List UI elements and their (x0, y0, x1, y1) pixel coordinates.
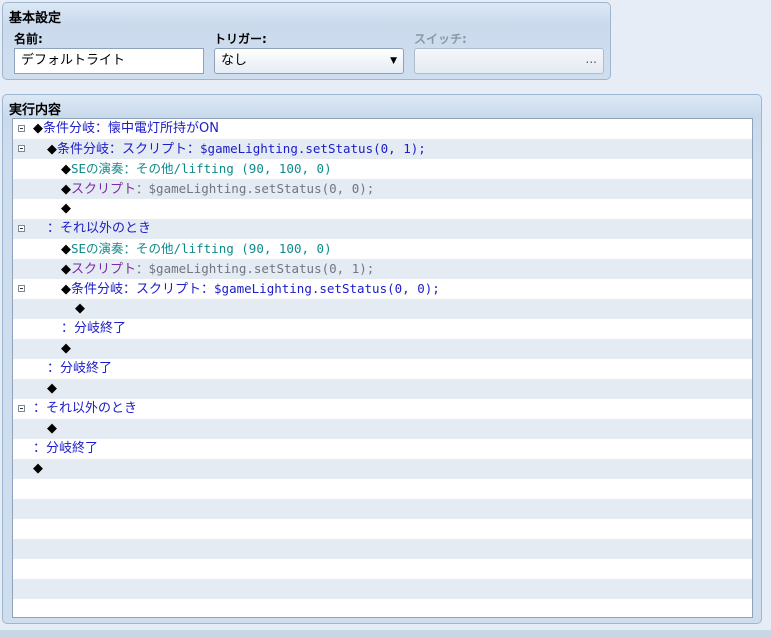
list-item[interactable]: ◆条件分岐：スクリプト：$gameLighting.setStatus(0, 0… (13, 279, 752, 299)
command-marker: ◆ (61, 341, 71, 356)
bottom-edge (0, 630, 771, 638)
command-marker: ◆ (47, 142, 57, 157)
command-marker: ◆ (61, 242, 71, 257)
command-part: ：$gameLighting.setStatus(0, 0); (136, 181, 375, 196)
list-item[interactable]: ◆条件分岐：スクリプト：$gameLighting.setStatus(0, 1… (13, 139, 752, 159)
collapse-toggle-icon[interactable] (18, 405, 25, 412)
command-marker: ◆ (33, 461, 43, 476)
command-marker: ◆ (47, 381, 57, 396)
name-label: 名前: (14, 32, 43, 46)
list-item[interactable]: ：分岐終了 (13, 439, 752, 459)
list-item[interactable] (13, 559, 752, 579)
basic-settings-title: 基本設定 (9, 11, 62, 26)
command-part: 条件分岐：スクリプト： (71, 282, 215, 297)
list-item[interactable] (13, 539, 752, 559)
collapse-toggle-icon[interactable] (18, 125, 25, 132)
list-item[interactable]: ◆ (13, 339, 752, 359)
trigger-value: なし (221, 53, 248, 68)
trigger-label: トリガー: (214, 32, 267, 46)
list-item[interactable]: ◆スクリプト：$gameLighting.setStatus(0, 0); (13, 179, 752, 199)
command-text: ◆ (47, 419, 57, 439)
command-part: SEの演奏：その他/lifting (90, 100, 0) (71, 161, 332, 176)
command-part: $gameLighting.setStatus(0, 0); (214, 281, 440, 296)
command-text: ◆SEの演奏：その他/lifting (90, 100, 0) (61, 159, 332, 180)
collapse-toggle-icon[interactable] (18, 225, 25, 232)
dropdown-arrow-icon: ▼ (390, 56, 397, 66)
command-marker: ◆ (61, 262, 71, 277)
command-marker: ◆ (47, 421, 57, 436)
command-text: ◆ (33, 459, 43, 479)
command-text: ◆ (61, 199, 71, 219)
command-text: ◆条件分岐：スクリプト：$gameLighting.setStatus(0, 1… (47, 139, 426, 160)
command-text: ◆条件分岐：スクリプト：$gameLighting.setStatus(0, 0… (61, 279, 440, 300)
command-part: スクリプト (71, 262, 137, 277)
name-input[interactable]: デフォルトライト (14, 48, 204, 74)
contents-panel: 実行内容 ◆条件分岐：懐中電灯所持がON ◆条件分岐：スクリプト：$gameLig… (2, 94, 762, 624)
list-item[interactable] (13, 579, 752, 599)
command-part: ：それ以外のとき (33, 401, 138, 416)
list-item[interactable]: ◆スクリプト：$gameLighting.setStatus(0, 1); (13, 259, 752, 279)
basic-settings-panel: 基本設定 名前: デフォルトライト トリガー: なし ▼ スイッチ: ... (2, 2, 611, 80)
command-marker: ◆ (61, 162, 71, 177)
command-marker: ◆ (61, 282, 71, 297)
command-text: ：それ以外のとき (47, 219, 151, 239)
command-text: ◆ (75, 299, 85, 319)
command-part: 条件分岐：スクリプト： (57, 142, 201, 157)
list-item[interactable]: ◆ (13, 299, 752, 319)
list-item[interactable]: ◆ (13, 199, 752, 219)
command-part: SEの演奏：その他/lifting (90, 100, 0) (71, 241, 332, 256)
command-part: ：$gameLighting.setStatus(0, 1); (136, 261, 375, 276)
command-text: ◆ (47, 379, 57, 399)
command-part: 条件分岐：懐中電灯所持がON (43, 121, 219, 136)
trigger-select[interactable]: なし ▼ (214, 48, 404, 74)
collapse-toggle-icon[interactable] (18, 145, 25, 152)
command-part: ：分岐終了 (47, 361, 113, 376)
command-text: ◆ (61, 339, 71, 359)
command-text: ◆SEの演奏：その他/lifting (90, 100, 0) (61, 239, 332, 260)
command-part: $gameLighting.setStatus(0, 1); (200, 141, 426, 156)
list-item[interactable] (13, 519, 752, 539)
command-part: ：それ以外のとき (47, 221, 152, 236)
contents-title: 実行内容 (9, 103, 62, 118)
command-text: ◆条件分岐：懐中電灯所持がON (33, 119, 219, 139)
command-marker: ◆ (61, 201, 71, 216)
command-part: ：分岐終了 (61, 321, 127, 336)
list-item[interactable] (13, 479, 752, 499)
command-marker: ◆ (61, 182, 71, 197)
list-item[interactable]: ：分岐終了 (13, 319, 752, 339)
command-text: ：分岐終了 (33, 439, 98, 459)
command-marker: ◆ (75, 301, 85, 316)
list-item[interactable] (13, 599, 752, 617)
list-item[interactable]: ◆ (13, 379, 752, 399)
command-part: スクリプト (71, 182, 137, 197)
command-text: ◆スクリプト：$gameLighting.setStatus(0, 0); (61, 179, 374, 200)
list-item[interactable]: ◆SEの演奏：その他/lifting (90, 100, 0) (13, 159, 752, 179)
list-item[interactable]: ：それ以外のとき (13, 219, 752, 239)
command-marker: ◆ (33, 121, 43, 136)
switch-label: スイッチ: (414, 32, 467, 46)
command-text: ：分岐終了 (61, 319, 126, 339)
command-part: ：分岐終了 (33, 441, 99, 456)
list-item[interactable]: ◆条件分岐：懐中電灯所持がON (13, 119, 752, 139)
command-text: ：それ以外のとき (33, 399, 137, 419)
list-item[interactable]: ：分岐終了 (13, 359, 752, 379)
list-item[interactable]: ◆ (13, 419, 752, 439)
list-item[interactable] (13, 499, 752, 519)
event-command-list[interactable]: ◆条件分岐：懐中電灯所持がON ◆条件分岐：スクリプト：$gameLighting… (12, 118, 753, 618)
command-text: ◆スクリプト：$gameLighting.setStatus(0, 1); (61, 259, 374, 280)
list-item[interactable]: ：それ以外のとき (13, 399, 752, 419)
switch-browse-button[interactable]: ... (586, 47, 597, 71)
list-item[interactable]: ◆ (13, 459, 752, 479)
collapse-toggle-icon[interactable] (18, 285, 25, 292)
switch-field: ... (414, 48, 604, 74)
command-text: ：分岐終了 (47, 359, 112, 379)
list-item[interactable]: ◆SEの演奏：その他/lifting (90, 100, 0) (13, 239, 752, 259)
